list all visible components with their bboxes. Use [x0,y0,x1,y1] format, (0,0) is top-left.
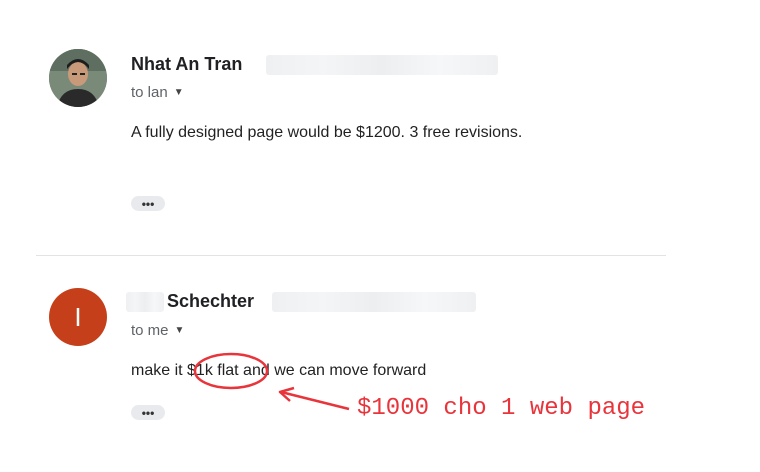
handwritten-annotation: $1000 cho 1 web page [357,395,646,422]
highlight-circle [193,352,269,390]
annotation-arrow [280,390,350,411]
